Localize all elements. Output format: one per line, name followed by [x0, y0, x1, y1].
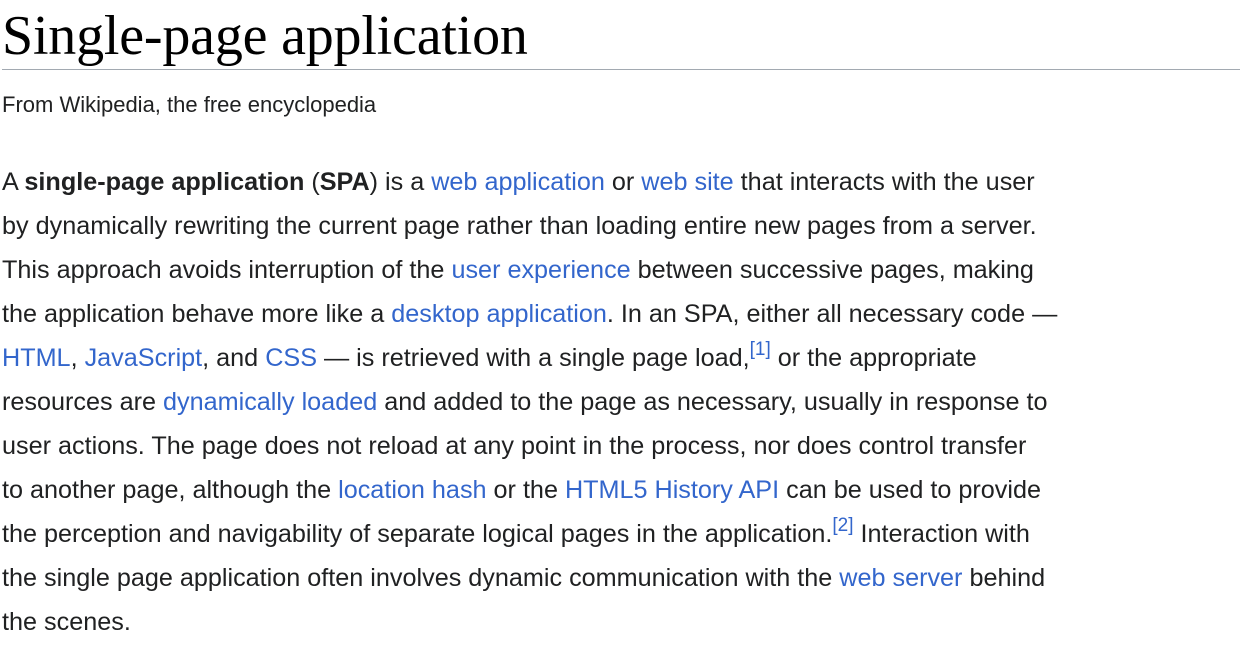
text-run: behind	[962, 564, 1046, 592]
text-run: — is retrieved with a single page load,	[317, 344, 750, 372]
bold-term: single-page application	[24, 168, 305, 196]
paragraph-line: the scenes.	[2, 600, 1240, 644]
bold-abbreviation: SPA	[319, 168, 370, 196]
text-run: or	[604, 168, 642, 196]
text-run: resources are	[2, 388, 163, 416]
link-web-server[interactable]: web server	[839, 564, 962, 592]
text-run: or the appropriate	[770, 344, 977, 372]
link-javascript[interactable]: JavaScript	[85, 344, 203, 372]
page-title: Single-page application	[2, 5, 528, 67]
text-run: This approach avoids interruption of the	[2, 256, 452, 284]
link-dynamically-loaded[interactable]: dynamically loaded	[163, 388, 377, 416]
paragraph-line: user actions. The page does not reload a…	[2, 424, 1240, 468]
text-run: . In an SPA, either all necessary code —	[606, 300, 1058, 328]
paragraph-line: the single page application often involv…	[2, 556, 1240, 600]
text-run: that interacts with the user	[733, 168, 1035, 196]
link-html[interactable]: HTML	[2, 344, 71, 372]
site-tagline: From Wikipedia, the free encyclopedia	[2, 92, 377, 117]
article-body: A single-page application (SPA) is a web…	[2, 160, 1240, 644]
paragraph-line: This approach avoids interruption of the…	[2, 248, 1240, 292]
text-run: and added to the page as necessary, usua…	[377, 388, 1048, 416]
link-css[interactable]: CSS	[265, 344, 317, 372]
text-run: Interaction with	[853, 520, 1030, 548]
link-location-hash[interactable]: location hash	[338, 476, 486, 504]
heading-divider	[2, 69, 1240, 70]
text-run: the perception and navigability of separ…	[2, 520, 833, 548]
paragraph-line: by dynamically rewriting the current pag…	[2, 204, 1240, 248]
text-run: to another page, although the	[2, 476, 339, 504]
paragraph-line: HTML, JavaScript, and CSS — is retrieved…	[2, 336, 1240, 380]
text-run: user actions. The page does not reload a…	[2, 432, 1027, 460]
text-run: ,	[70, 344, 85, 372]
link-web-site[interactable]: web site	[641, 168, 733, 196]
text-run: A	[2, 168, 25, 196]
text-run: the scenes.	[2, 608, 131, 636]
paragraph-line: A single-page application (SPA) is a web…	[2, 160, 1240, 204]
paragraph-line: to another page, although the location h…	[2, 468, 1240, 512]
text-run: between successive pages, making	[630, 256, 1034, 284]
text-run: can be used to provide	[779, 476, 1041, 504]
link-web-application[interactable]: web application	[431, 168, 605, 196]
paragraph-line: resources are dynamically loaded and add…	[2, 380, 1240, 424]
article-page: Single-page application From Wikipedia, …	[2, 0, 1240, 636]
text-run: by dynamically rewriting the current pag…	[2, 212, 1037, 240]
paragraph-line: the perception and navigability of separ…	[2, 512, 1240, 556]
link-user-experience[interactable]: user experience	[451, 256, 630, 284]
text-run: the application behave more like a	[2, 300, 392, 328]
text-run: the single page application often involv…	[2, 564, 840, 592]
text-run: , and	[202, 344, 266, 372]
link-desktop-application[interactable]: desktop application	[391, 300, 607, 328]
text-run: (	[304, 168, 320, 196]
paragraph-line: the application behave more like a deskt…	[2, 292, 1240, 336]
reference-2[interactable]: [2]	[832, 515, 853, 536]
lead-paragraph: A single-page application (SPA) is a web…	[2, 160, 1240, 644]
text-run: or the	[486, 476, 565, 504]
text-run: ) is a	[369, 168, 432, 196]
reference-1[interactable]: [1]	[750, 339, 771, 360]
link-html5-history-api[interactable]: HTML5 History API	[565, 476, 779, 504]
